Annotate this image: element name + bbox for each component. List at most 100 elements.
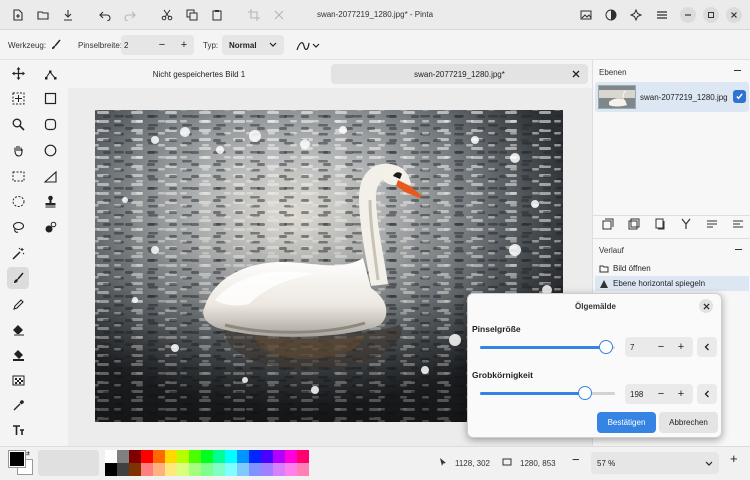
primary-color-swatch[interactable] bbox=[8, 450, 26, 468]
magic-wand-tool-icon[interactable] bbox=[7, 242, 29, 264]
history-item-flip-layer[interactable]: Ebene horizontal spiegeln bbox=[595, 276, 749, 291]
cut-scissors-icon[interactable] bbox=[159, 7, 175, 23]
pan-hand-tool-icon[interactable] bbox=[7, 139, 29, 161]
move-selection-tool-icon[interactable] bbox=[7, 87, 29, 109]
gradient-tool-icon[interactable] bbox=[7, 369, 29, 391]
antialiasing-dropdown[interactable] bbox=[296, 39, 322, 53]
dialog-close-icon[interactable] bbox=[699, 299, 713, 313]
brush-size-spinner[interactable]: 7 − + bbox=[625, 337, 693, 357]
coarseness-spinner[interactable]: 198 − + bbox=[625, 384, 693, 404]
rounded-rectangle-tool-icon[interactable] bbox=[39, 113, 61, 135]
add-layer-icon[interactable] bbox=[602, 218, 614, 230]
brush-width-increase-button[interactable]: + bbox=[175, 35, 193, 55]
palette-swatch[interactable] bbox=[105, 463, 117, 476]
paint-bucket-tool-icon[interactable] bbox=[7, 343, 29, 365]
brush-width-spinner[interactable]: 2 − + bbox=[121, 35, 194, 55]
zoom-combo[interactable]: 57 % bbox=[591, 452, 719, 474]
recent-colors-area[interactable] bbox=[38, 450, 99, 476]
palette-swatch[interactable] bbox=[117, 463, 129, 476]
palette-swatch[interactable] bbox=[189, 450, 201, 463]
brush-size-reset-button[interactable] bbox=[697, 337, 717, 357]
layer-item[interactable]: swan-2077219_1280.jpg bbox=[595, 82, 749, 112]
brush-width-value[interactable]: 2 bbox=[124, 41, 128, 50]
recolor-tool-icon[interactable] bbox=[39, 216, 61, 238]
palette-swatch[interactable] bbox=[285, 463, 297, 476]
ellipse-tool-icon[interactable] bbox=[39, 139, 61, 161]
color-palette[interactable] bbox=[105, 450, 311, 476]
maximize-icon[interactable] bbox=[703, 7, 719, 23]
confirm-button[interactable]: Bestätigen bbox=[597, 412, 656, 433]
new-image-icon[interactable] bbox=[10, 7, 26, 23]
lasso-select-tool-icon[interactable] bbox=[7, 216, 29, 238]
copy-icon[interactable] bbox=[184, 7, 200, 23]
palette-swatch[interactable] bbox=[165, 463, 177, 476]
coarseness-slider-handle[interactable] bbox=[578, 386, 593, 400]
zoom-in-button[interactable]: + bbox=[730, 451, 738, 466]
minimize-icon[interactable] bbox=[680, 7, 696, 23]
redo-icon[interactable] bbox=[122, 7, 138, 23]
brush-width-decrease-button[interactable]: − bbox=[153, 35, 171, 55]
zoom-out-button[interactable]: − bbox=[572, 452, 580, 467]
palette-swatch[interactable] bbox=[297, 463, 309, 476]
palette-swatch[interactable] bbox=[285, 450, 297, 463]
palette-swatch[interactable] bbox=[177, 463, 189, 476]
move-layer-up-icon[interactable] bbox=[706, 218, 718, 230]
brush-size-slider-handle[interactable] bbox=[598, 340, 613, 354]
palette-swatch[interactable] bbox=[273, 450, 285, 463]
color-picker-tool-icon[interactable] bbox=[7, 394, 29, 416]
palette-swatch[interactable] bbox=[129, 450, 141, 463]
paste-clipboard-icon[interactable] bbox=[209, 7, 225, 23]
palette-swatch[interactable] bbox=[165, 450, 177, 463]
palette-swatch[interactable] bbox=[105, 450, 117, 463]
deselect-icon[interactable] bbox=[271, 7, 287, 23]
adjustments-icon[interactable] bbox=[603, 7, 619, 23]
cancel-button[interactable]: Abbrechen bbox=[659, 412, 718, 433]
palette-swatch[interactable] bbox=[237, 450, 249, 463]
palette-swatch[interactable] bbox=[261, 463, 273, 476]
zoom-tool-icon[interactable] bbox=[7, 113, 29, 135]
coarseness-slider[interactable] bbox=[480, 386, 615, 400]
collapse-layers-icon[interactable] bbox=[734, 70, 741, 71]
crop-to-selection-icon[interactable] bbox=[246, 7, 262, 23]
type-dropdown[interactable]: Normal bbox=[222, 35, 284, 55]
text-tool-icon[interactable] bbox=[7, 419, 29, 441]
palette-swatch[interactable] bbox=[213, 463, 225, 476]
palette-swatch[interactable] bbox=[141, 463, 153, 476]
image-menu-icon[interactable] bbox=[578, 7, 594, 23]
brush-size-slider[interactable] bbox=[480, 340, 615, 354]
close-tab-icon[interactable] bbox=[572, 70, 580, 80]
tab-unsaved-image[interactable]: Nicht gespeichertes Bild 1 bbox=[72, 64, 326, 84]
palette-swatch[interactable] bbox=[129, 463, 141, 476]
copy-layer-icon[interactable] bbox=[654, 218, 666, 230]
eraser-tool-icon[interactable] bbox=[7, 318, 29, 340]
palette-swatch[interactable] bbox=[249, 450, 261, 463]
ellipse-select-tool-icon[interactable] bbox=[7, 190, 29, 212]
collapse-history-icon[interactable] bbox=[735, 249, 742, 250]
coarseness-reset-button[interactable] bbox=[697, 384, 717, 404]
main-menu-icon[interactable] bbox=[654, 7, 670, 23]
coarseness-decrease-button[interactable]: − bbox=[652, 384, 670, 404]
effects-icon[interactable] bbox=[628, 7, 644, 23]
undo-icon[interactable] bbox=[97, 7, 113, 23]
palette-swatch[interactable] bbox=[201, 450, 213, 463]
brush-size-value[interactable]: 7 bbox=[630, 343, 634, 352]
palette-swatch[interactable] bbox=[225, 463, 237, 476]
palette-swatch[interactable] bbox=[189, 463, 201, 476]
brush-size-increase-button[interactable]: + bbox=[672, 337, 690, 357]
open-folder-icon[interactable] bbox=[35, 7, 51, 23]
palette-swatch[interactable] bbox=[249, 463, 261, 476]
palette-swatch[interactable] bbox=[153, 463, 165, 476]
zoom-value[interactable]: 57 % bbox=[597, 459, 615, 468]
duplicate-layer-icon[interactable] bbox=[628, 218, 640, 230]
close-window-icon[interactable] bbox=[726, 7, 742, 23]
save-download-icon[interactable] bbox=[60, 7, 76, 23]
layer-visibility-checkbox[interactable] bbox=[733, 90, 746, 103]
clone-stamp-tool-icon[interactable] bbox=[39, 190, 61, 212]
palette-swatch[interactable] bbox=[273, 463, 285, 476]
layer-properties-icon[interactable] bbox=[732, 218, 744, 230]
rectangle-select-tool-icon[interactable] bbox=[7, 165, 29, 187]
palette-swatch[interactable] bbox=[177, 450, 189, 463]
line-curve-tool-icon[interactable] bbox=[39, 62, 61, 84]
palette-swatch[interactable] bbox=[201, 463, 213, 476]
palette-swatch[interactable] bbox=[225, 450, 237, 463]
